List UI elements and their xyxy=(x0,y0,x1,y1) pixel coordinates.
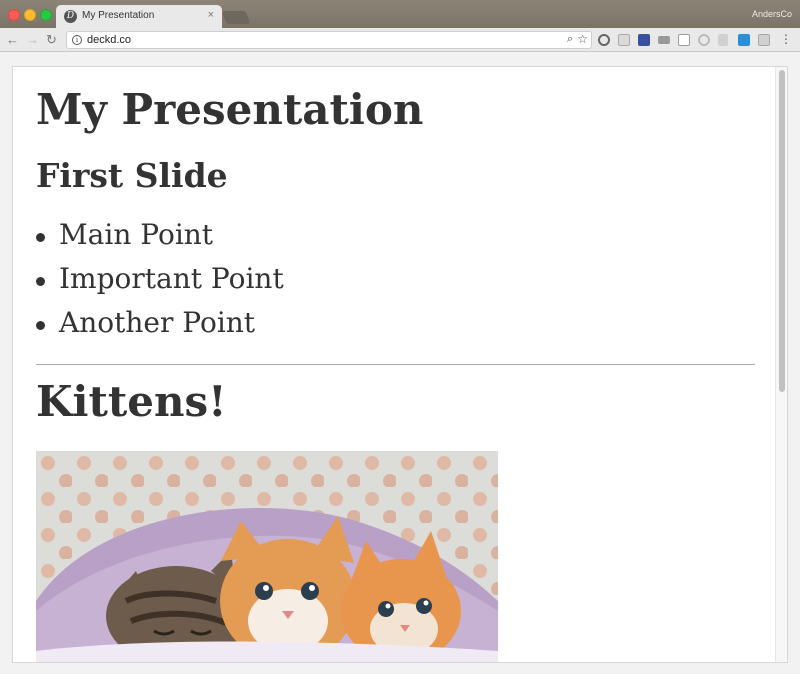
kittens-image xyxy=(36,451,498,662)
browser-window: D My Presentation × AndersCo ← → ↻ i dec… xyxy=(0,0,800,674)
extension-card-icon[interactable] xyxy=(678,34,690,46)
extension-circle-icon[interactable] xyxy=(698,34,710,46)
forward-arrow-icon[interactable]: → xyxy=(26,32,39,48)
reload-icon[interactable]: ↻ xyxy=(46,32,57,48)
menu-dots-icon[interactable]: ⋮ xyxy=(780,33,792,45)
deckd-favicon-icon: D xyxy=(64,10,77,23)
info-icon[interactable]: i xyxy=(72,35,82,45)
extension-flag-icon[interactable] xyxy=(638,34,650,46)
bullet-list: Main Point Important Point Another Point xyxy=(36,218,284,350)
url-text[interactable]: deckd.co xyxy=(87,34,131,46)
page-viewport: My Presentation First Slide Main Point I… xyxy=(12,66,788,663)
address-bar[interactable]: i deckd.co ⌕ ☆ xyxy=(66,31,592,49)
new-tab-button[interactable] xyxy=(221,11,251,24)
extension-vue-icon[interactable] xyxy=(718,34,728,46)
tab-title: My Presentation xyxy=(82,10,155,21)
zoom-window-button[interactable] xyxy=(40,9,52,21)
second-slide-heading: Kittens! xyxy=(36,377,227,426)
title-bar: D My Presentation × AndersCo xyxy=(0,0,800,28)
extension-sync-icon[interactable] xyxy=(598,34,610,46)
extension-blue-icon[interactable] xyxy=(738,34,750,46)
profile-name[interactable]: AndersCo xyxy=(752,9,792,19)
list-item: Main Point xyxy=(36,218,284,262)
tab-close-icon[interactable]: × xyxy=(208,9,214,21)
zoom-icon[interactable]: ⌕ xyxy=(567,33,573,46)
close-window-button[interactable] xyxy=(8,9,20,21)
first-slide-heading: First Slide xyxy=(36,156,228,195)
minimize-window-button[interactable] xyxy=(24,9,36,21)
vertical-scrollbar[interactable] xyxy=(775,67,787,662)
tab-my-presentation[interactable]: D My Presentation × xyxy=(56,5,222,28)
presentation-title: My Presentation xyxy=(36,85,424,134)
extension-grid-icon[interactable] xyxy=(758,34,770,46)
back-arrow-icon[interactable]: ← xyxy=(6,32,19,48)
extension-page-icon[interactable] xyxy=(618,34,630,46)
slide-divider xyxy=(36,364,755,365)
mail-icon[interactable] xyxy=(658,36,670,44)
list-item: Another Point xyxy=(36,306,284,350)
browser-toolbar: ← → ↻ i deckd.co ⌕ ☆ ⋮ xyxy=(0,28,800,52)
bookmark-star-icon[interactable]: ☆ xyxy=(577,32,588,46)
list-item: Important Point xyxy=(36,262,284,306)
scrollbar-thumb[interactable] xyxy=(779,70,785,392)
